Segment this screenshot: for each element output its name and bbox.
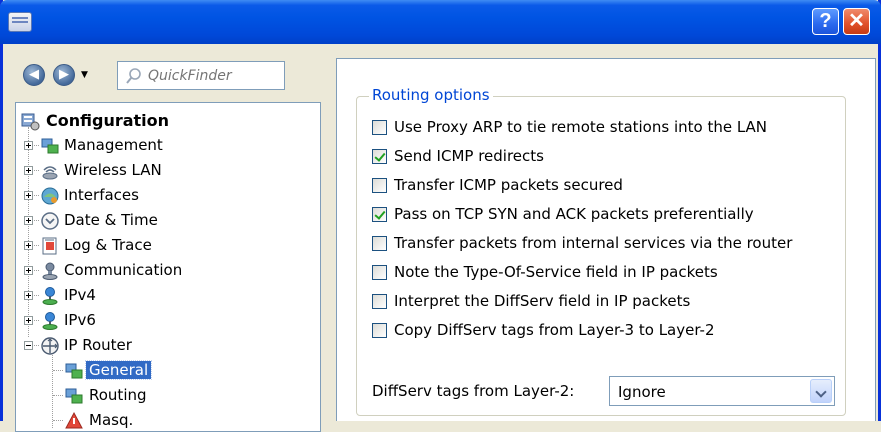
- quickfinder-input[interactable]: [148, 65, 278, 86]
- expand-icon[interactable]: [24, 291, 33, 300]
- option-label: Interpret the DiffServ field in IP packe…: [394, 292, 691, 310]
- app-icon[interactable]: [8, 12, 32, 32]
- tree-item-label: IPv4: [64, 286, 96, 304]
- checkbox[interactable]: [372, 323, 387, 338]
- tree-item-label-selected: General: [84, 360, 153, 380]
- tree-item-management[interactable]: Management: [16, 134, 316, 159]
- tree-item-label: Communication: [64, 261, 183, 279]
- wireless-lan-icon: [42, 166, 58, 180]
- option-diffserv-field[interactable]: Interpret the DiffServ field in IP packe…: [372, 291, 842, 315]
- log-trace-icon: [42, 237, 57, 255]
- expand-icon[interactable]: [24, 216, 33, 225]
- tree-item-label: Date & Time: [64, 211, 158, 229]
- expand-icon[interactable]: [24, 166, 33, 175]
- expand-icon[interactable]: [24, 141, 33, 150]
- expand-icon[interactable]: [24, 191, 33, 200]
- group-title: Routing options: [369, 86, 493, 104]
- title-bar[interactable]: ? ✕: [0, 0, 881, 44]
- app-window: ? ✕ ◀ ▶ ▼ Co: [0, 0, 881, 432]
- expand-icon[interactable]: [24, 266, 33, 275]
- option-tcp-syn-ack[interactable]: Pass on TCP SYN and ACK packets preferen…: [372, 204, 842, 228]
- tree-root-label: Configuration: [46, 111, 170, 130]
- option-send-icmp-redirects[interactable]: Send ICMP redirects: [372, 146, 842, 170]
- routing-icon: [65, 388, 83, 404]
- tree-item-label: IP Router: [64, 336, 132, 354]
- quickfinder-search[interactable]: [117, 61, 285, 90]
- option-label: Pass on TCP SYN and ACK packets preferen…: [394, 205, 754, 223]
- ipv4-icon: [42, 287, 58, 305]
- tree-item-label: Routing: [89, 386, 147, 404]
- tree-item-date-time[interactable]: Date & Time: [16, 209, 316, 234]
- checkbox[interactable]: [372, 178, 387, 193]
- tree-item-ipv4[interactable]: IPv4: [16, 284, 316, 309]
- ipv6-icon: [42, 312, 58, 330]
- option-proxy-arp[interactable]: Use Proxy ARP to tie remote stations int…: [372, 117, 842, 141]
- tree-item-communication[interactable]: Communication: [16, 259, 316, 284]
- configuration-icon: [21, 113, 40, 131]
- clock-icon: [41, 212, 59, 230]
- expand-icon[interactable]: [24, 316, 33, 325]
- tree-root[interactable]: Configuration: [16, 109, 316, 134]
- config-tree[interactable]: Configuration Management Wireless LAN In…: [15, 102, 321, 432]
- option-label: Transfer ICMP packets secured: [394, 176, 623, 194]
- option-label: Transfer packets from internal services …: [394, 234, 793, 252]
- tree-item-ipv6[interactable]: IPv6: [16, 309, 316, 334]
- tree-item-label: Log & Trace: [64, 236, 152, 254]
- tree-item-ip-router[interactable]: IP Router: [16, 334, 316, 359]
- diffserv-select-label: DiffServ tags from Layer-2:: [372, 382, 575, 400]
- option-type-of-service[interactable]: Note the Type-Of-Service field in IP pac…: [372, 262, 842, 286]
- tree-item-label: Interfaces: [64, 186, 139, 204]
- left-pane: ◀ ▶ ▼ Configuration: [3, 44, 328, 432]
- tree-item-label: Management: [64, 136, 163, 154]
- masq-warning-icon: [65, 411, 83, 429]
- forward-arrow-icon[interactable]: ▶: [53, 64, 75, 86]
- ip-router-icon: [41, 337, 59, 355]
- option-label: Note the Type-Of-Service field in IP pac…: [394, 263, 718, 281]
- tree-item-wireless-lan[interactable]: Wireless LAN: [16, 159, 316, 184]
- settings-pane: Routing options Use Proxy ARP to tie rem…: [336, 58, 876, 421]
- collapse-icon[interactable]: [24, 341, 33, 350]
- tree-item-interfaces[interactable]: Interfaces: [16, 184, 316, 209]
- general-icon: [65, 363, 83, 379]
- checkbox-checked[interactable]: [372, 207, 387, 222]
- tree-item-general[interactable]: General: [16, 359, 316, 384]
- management-icon: [41, 138, 59, 154]
- interfaces-icon: [41, 187, 59, 205]
- tree-item-label: IPv6: [64, 311, 96, 329]
- history-dropdown-icon[interactable]: ▼: [81, 65, 95, 85]
- checkbox-checked[interactable]: [372, 149, 387, 164]
- tree-item-routing[interactable]: Routing: [16, 384, 316, 409]
- help-button[interactable]: ?: [812, 8, 839, 35]
- routing-options-group: Routing options Use Proxy ARP to tie rem…: [356, 86, 846, 416]
- back-arrow-icon[interactable]: ◀: [23, 64, 45, 86]
- chevron-down-icon[interactable]: [810, 379, 832, 403]
- checkbox[interactable]: [372, 265, 387, 280]
- checkbox[interactable]: [372, 294, 387, 309]
- diffserv-select[interactable]: Ignore: [609, 376, 835, 406]
- tree-item-label: Wireless LAN: [64, 161, 162, 179]
- checkbox[interactable]: [372, 120, 387, 135]
- option-label: Copy DiffServ tags from Layer-3 to Layer…: [394, 321, 715, 339]
- option-label: Send ICMP redirects: [394, 147, 544, 165]
- option-transfer-icmp-secured[interactable]: Transfer ICMP packets secured: [372, 175, 842, 199]
- select-value: Ignore: [618, 383, 666, 401]
- option-copy-diffserv[interactable]: Copy DiffServ tags from Layer-3 to Layer…: [372, 320, 842, 344]
- option-label: Use Proxy ARP to tie remote stations int…: [394, 118, 768, 136]
- tree-item-label: Masq.: [89, 411, 134, 429]
- tree-item-log-trace[interactable]: Log & Trace: [16, 234, 316, 259]
- checkbox[interactable]: [372, 236, 387, 251]
- option-internal-services[interactable]: Transfer packets from internal services …: [372, 233, 842, 257]
- search-icon: [126, 68, 141, 84]
- communication-icon: [42, 262, 58, 280]
- expand-icon[interactable]: [24, 241, 33, 250]
- close-button[interactable]: ✕: [843, 8, 870, 35]
